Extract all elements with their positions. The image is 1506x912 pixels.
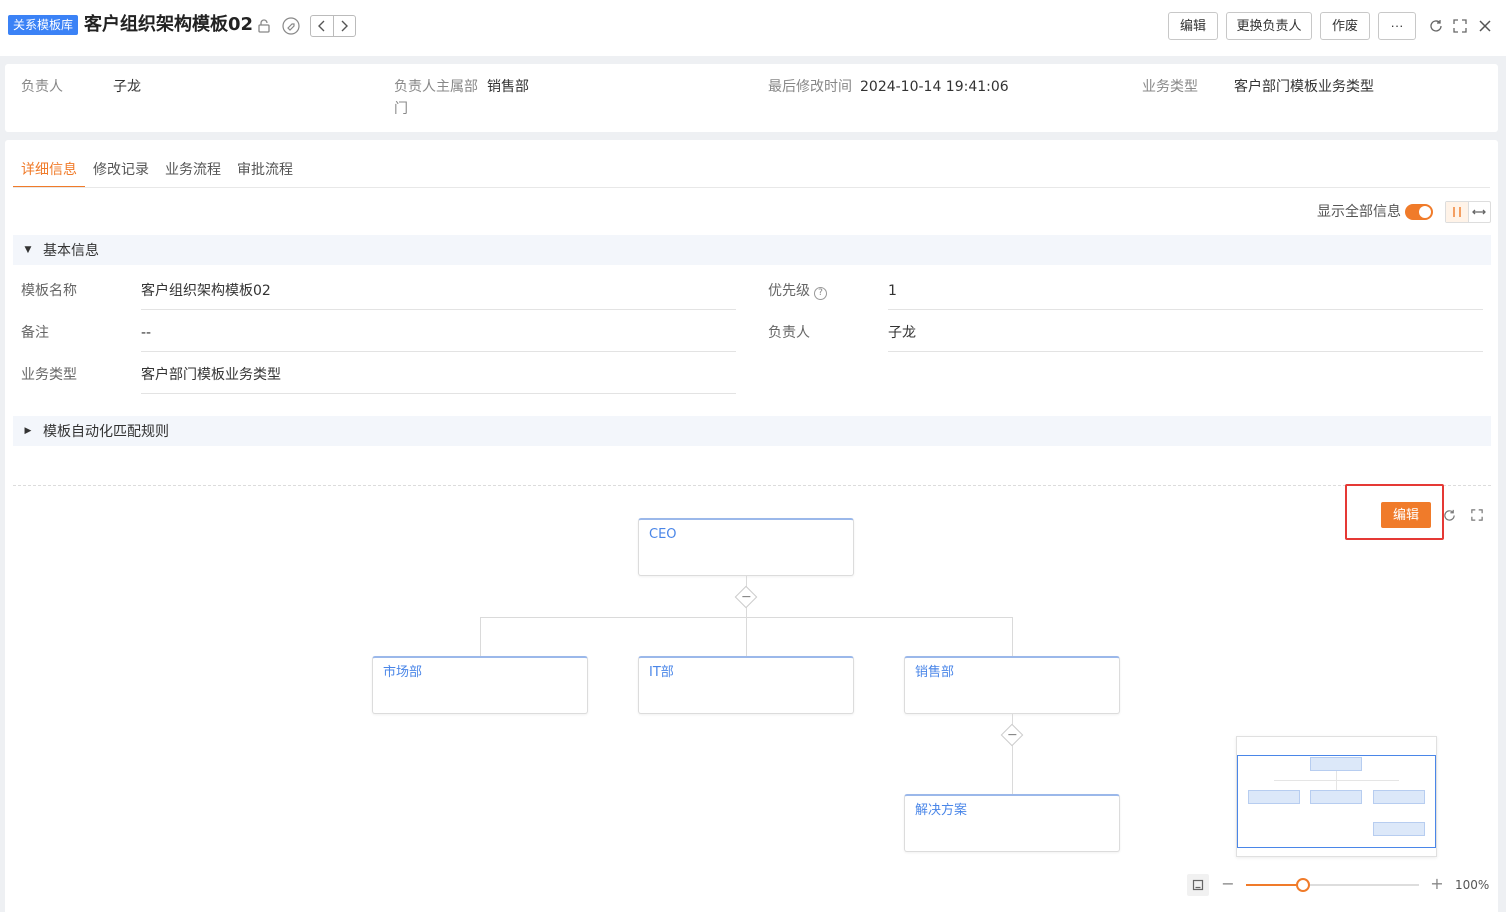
summary-biztype-label: 业务类型 — [1142, 79, 1198, 95]
prev-record-button[interactable] — [311, 16, 333, 36]
summary-owner-value: 子龙 — [113, 79, 141, 95]
section-dashed-divider — [13, 485, 1491, 486]
zoom-in-button[interactable]: + — [1429, 874, 1445, 896]
field-divider — [141, 351, 736, 352]
tab-bar: 详细信息 修改记录 业务流程 审批流程 — [13, 154, 301, 188]
help-icon[interactable]: ? — [814, 287, 827, 300]
caret-down-icon: ▼ — [24, 245, 32, 255]
chart-refresh-icon[interactable] — [1441, 507, 1457, 523]
field-divider — [141, 309, 736, 310]
summary-biztype-value: 客户部门模板业务类型 — [1234, 79, 1374, 95]
zoom-percent: 100% — [1455, 878, 1490, 892]
zoom-slider-handle[interactable] — [1296, 878, 1311, 892]
full-width-layout-icon[interactable] — [1469, 202, 1491, 222]
biztype-label: 业务类型 — [21, 367, 77, 383]
fit-view-icon[interactable] — [1187, 874, 1209, 896]
connector-line — [480, 617, 481, 657]
biztype-value: 客户部门模板业务类型 — [141, 367, 281, 383]
tag-icon[interactable] — [281, 16, 301, 36]
close-icon[interactable] — [1475, 16, 1495, 36]
template-name-label: 模板名称 — [21, 283, 77, 299]
two-column-layout-icon[interactable] — [1446, 202, 1469, 222]
summary-dept-label: 负责人主属部 — [394, 79, 478, 95]
org-chart-minimap[interactable] — [1236, 736, 1437, 857]
minimap-line — [1336, 771, 1337, 791]
detail-panel: 详细信息 修改记录 业务流程 审批流程 显示全部信息 ▼ 基本信息 模板名称 客… — [5, 140, 1498, 912]
change-owner-button[interactable]: 更换负责人 — [1226, 12, 1312, 40]
minimap-node — [1373, 790, 1425, 804]
matching-rules-title: 模板自动化匹配规则 — [43, 424, 169, 440]
summary-dept-label-wrap: 门 — [394, 101, 408, 117]
caret-right-icon: ▶ — [24, 426, 32, 436]
tab-change-log[interactable]: 修改记录 — [85, 154, 157, 188]
priority-label: 优先级? — [768, 281, 827, 301]
owner-label: 负责人 — [768, 325, 810, 341]
tab-divider — [13, 187, 1490, 188]
org-chart-edit-button[interactable]: 编辑 — [1381, 502, 1431, 528]
show-all-toggle[interactable] — [1405, 204, 1433, 220]
zoom-slider-fill — [1246, 884, 1304, 886]
minimap-node — [1310, 790, 1362, 804]
zoom-out-button[interactable]: − — [1220, 874, 1236, 896]
summary-card: 负责人 子龙 负责人主属部 门 销售部 最后修改时间 2024-10-14 19… — [5, 64, 1498, 132]
org-node-it[interactable]: IT部 — [638, 656, 854, 714]
connector-line — [480, 617, 1012, 618]
page-title: 客户组织架构模板02 — [84, 14, 254, 35]
org-node-ceo[interactable]: CEO — [638, 518, 854, 576]
org-node-market[interactable]: 市场部 — [372, 656, 588, 714]
minimap-node — [1373, 822, 1425, 836]
remark-value: -- — [141, 325, 152, 341]
summary-modified-label: 最后修改时间 — [768, 79, 852, 95]
field-divider — [141, 393, 736, 394]
org-node-label: CEO — [649, 527, 677, 542]
minimap-node — [1248, 790, 1300, 804]
org-node-label: IT部 — [649, 665, 674, 680]
tab-business-flow[interactable]: 业务流程 — [157, 154, 229, 188]
tab-details[interactable]: 详细信息 — [13, 154, 85, 188]
refresh-icon[interactable] — [1426, 16, 1446, 36]
minimap-line — [1274, 780, 1399, 781]
summary-dept-value: 销售部 — [487, 79, 529, 95]
edit-button[interactable]: 编辑 — [1168, 12, 1218, 40]
more-button[interactable]: ··· — [1378, 12, 1416, 40]
org-node-sales[interactable]: 销售部 — [904, 656, 1120, 714]
basic-info-section-header[interactable]: ▼ 基本信息 — [13, 235, 1491, 265]
org-node-label: 市场部 — [383, 665, 423, 680]
org-node-label: 解决方案 — [915, 803, 968, 818]
lock-icon[interactable] — [254, 16, 274, 36]
org-node-solution[interactable]: 解决方案 — [904, 794, 1120, 852]
record-nav — [310, 15, 356, 37]
matching-rules-section-header[interactable]: ▶ 模板自动化匹配规则 — [13, 416, 1491, 446]
priority-value: 1 — [888, 283, 897, 299]
header-bar: 关系模板库 客户组织架构模板02 编辑 更换负责人 作废 ··· — [0, 0, 1506, 56]
basic-info-title: 基本信息 — [43, 243, 99, 259]
show-all-label: 显示全部信息 — [1317, 204, 1401, 220]
minimap-node — [1310, 757, 1362, 771]
tab-approval-flow[interactable]: 审批流程 — [229, 154, 301, 188]
org-node-label: 销售部 — [915, 665, 955, 680]
zoom-slider[interactable] — [1246, 878, 1419, 892]
field-divider — [888, 309, 1483, 310]
template-name-value: 客户组织架构模板02 — [141, 283, 271, 299]
summary-owner-label: 负责人 — [21, 79, 63, 95]
collapse-toggle-icon[interactable] — [1000, 723, 1024, 747]
summary-modified-value: 2024-10-14 19:41:06 — [860, 79, 1009, 95]
template-library-badge: 关系模板库 — [8, 15, 79, 35]
next-record-button[interactable] — [332, 16, 356, 36]
chart-fullscreen-icon[interactable] — [1469, 507, 1485, 523]
remark-label: 备注 — [21, 325, 49, 341]
layout-switch — [1445, 201, 1491, 223]
field-divider — [888, 351, 1483, 352]
fullscreen-icon[interactable] — [1450, 16, 1470, 36]
connector-line — [1012, 617, 1013, 657]
void-button[interactable]: 作废 — [1320, 12, 1370, 40]
owner-value: 子龙 — [888, 325, 916, 341]
collapse-toggle-icon[interactable] — [734, 585, 758, 609]
